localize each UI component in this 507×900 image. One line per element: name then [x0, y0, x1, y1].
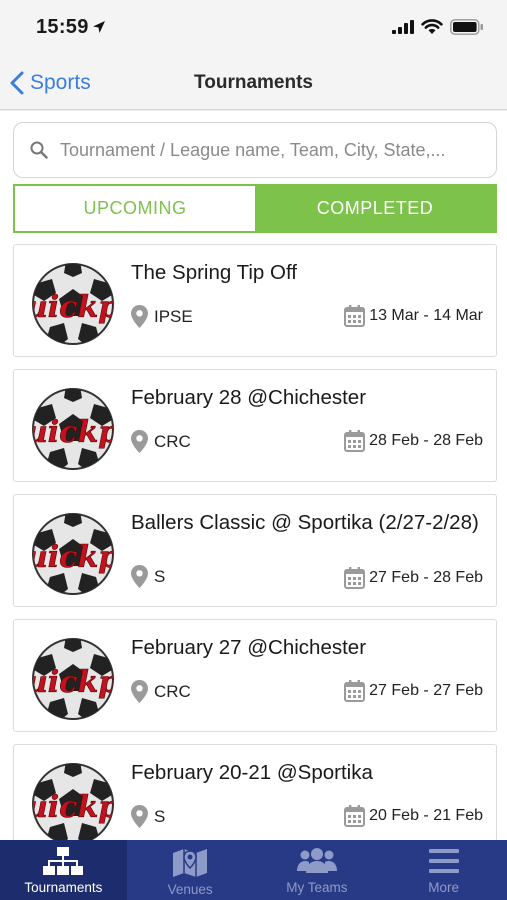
tab-tournaments[interactable]: Tournaments — [0, 840, 127, 900]
main-content: UPCOMING COMPLETED uickp The Spring Tip … — [0, 111, 507, 840]
calendar-icon — [344, 680, 366, 702]
tab-label: My Teams — [286, 880, 348, 895]
logo-lettering: uickp — [30, 665, 116, 700]
location-label: S — [154, 806, 166, 826]
tournament-card[interactable]: uickp February 27 @Chichester CRC 27 Feb… — [13, 619, 497, 732]
calendar-icon — [344, 805, 366, 827]
group-icon — [296, 848, 337, 873]
tournament-logo: uickp — [30, 638, 116, 720]
bottom-tab-bar: Tournaments Venues My Teams More — [0, 840, 507, 900]
tournament-logo: uickp — [30, 513, 116, 595]
location-label: S — [154, 566, 166, 586]
tournament-location: IPSE — [131, 305, 193, 328]
status-time: 15:59 — [36, 16, 89, 38]
tab-upcoming[interactable]: UPCOMING — [15, 186, 255, 231]
tournament-dates: 27 Feb - 28 Feb — [344, 567, 483, 589]
tab-label: More — [428, 880, 459, 895]
date-range: 27 Feb - 27 Feb — [369, 682, 483, 699]
location-label: CRC — [154, 431, 191, 451]
wifi-icon — [421, 19, 443, 34]
tab-my-teams[interactable]: My Teams — [254, 840, 381, 900]
tournament-card[interactable]: uickp February 28 @Chichester CRC 28 Feb… — [13, 369, 497, 482]
tab-completed[interactable]: COMPLETED — [255, 186, 495, 231]
location-label: CRC — [154, 681, 191, 701]
search-input[interactable] — [60, 131, 490, 169]
location-pin-icon — [131, 430, 148, 453]
tournament-title: Ballers Classic @ Sportika (2/27-2/28) — [131, 511, 479, 534]
tournament-logo: uickp — [30, 263, 116, 345]
menu-icon — [428, 849, 459, 873]
location-pin-icon — [131, 680, 148, 703]
tournament-title: February 27 @Chichester — [131, 636, 367, 659]
tournament-location: CRC — [131, 680, 191, 703]
page-title: Tournaments — [194, 72, 313, 93]
tournament-card[interactable]: uickp February 20-21 @Sportika S 20 Feb … — [13, 744, 497, 840]
tab-more[interactable]: More — [380, 840, 507, 900]
tab-label: Venues — [167, 882, 213, 897]
tournament-logo: uickp — [30, 388, 116, 470]
map-icon — [173, 849, 208, 877]
tournament-dates: 20 Feb - 21 Feb — [344, 805, 483, 827]
tab-venues[interactable]: Venues — [127, 840, 254, 900]
tournament-location: S — [131, 565, 165, 588]
tournament-card[interactable]: uickp The Spring Tip Off IPSE 13 Mar - 1… — [13, 244, 497, 357]
date-range: 20 Feb - 21 Feb — [369, 807, 483, 824]
tournament-location: CRC — [131, 430, 191, 453]
location-pin-icon — [131, 805, 148, 828]
tournament-title: February 20-21 @Sportika — [131, 761, 373, 784]
tournament-dates: 27 Feb - 27 Feb — [344, 680, 483, 702]
logo-lettering: uickp — [30, 415, 116, 450]
tournament-list: uickp The Spring Tip Off IPSE 13 Mar - 1… — [13, 244, 497, 840]
date-range: 27 Feb - 28 Feb — [369, 569, 483, 586]
tournament-dates: 28 Feb - 28 Feb — [344, 430, 483, 452]
search-icon — [30, 141, 48, 159]
segmented-control: UPCOMING COMPLETED — [13, 184, 497, 233]
location-pin-icon — [131, 305, 148, 328]
calendar-icon — [344, 430, 366, 452]
tournament-title: The Spring Tip Off — [131, 261, 297, 284]
status-bar: 15:59 — [0, 0, 507, 56]
tournament-card[interactable]: uickp Ballers Classic @ Sportika (2/27-2… — [13, 494, 497, 607]
logo-lettering: uickp — [30, 290, 116, 325]
location-pin-icon — [131, 565, 148, 588]
hierarchy-icon — [43, 847, 84, 875]
location-label: IPSE — [154, 306, 193, 326]
tournament-location: S — [131, 805, 165, 828]
date-range: 28 Feb - 28 Feb — [369, 432, 483, 449]
logo-lettering: uickp — [30, 540, 116, 575]
navigation-bar: Sports Tournaments — [0, 56, 507, 110]
tournament-dates: 13 Mar - 14 Mar — [344, 305, 483, 327]
tab-label: Tournaments — [24, 880, 103, 895]
calendar-icon — [344, 567, 366, 589]
battery-icon — [450, 19, 483, 35]
calendar-icon — [344, 305, 366, 327]
logo-lettering: uickp — [30, 790, 116, 825]
location-arrow-icon — [93, 21, 105, 33]
tournament-logo: uickp — [30, 763, 116, 840]
tournament-title: February 28 @Chichester — [131, 386, 367, 409]
date-range: 13 Mar - 14 Mar — [369, 307, 483, 324]
search-box[interactable] — [13, 122, 497, 178]
cellular-signal-icon — [392, 20, 414, 34]
